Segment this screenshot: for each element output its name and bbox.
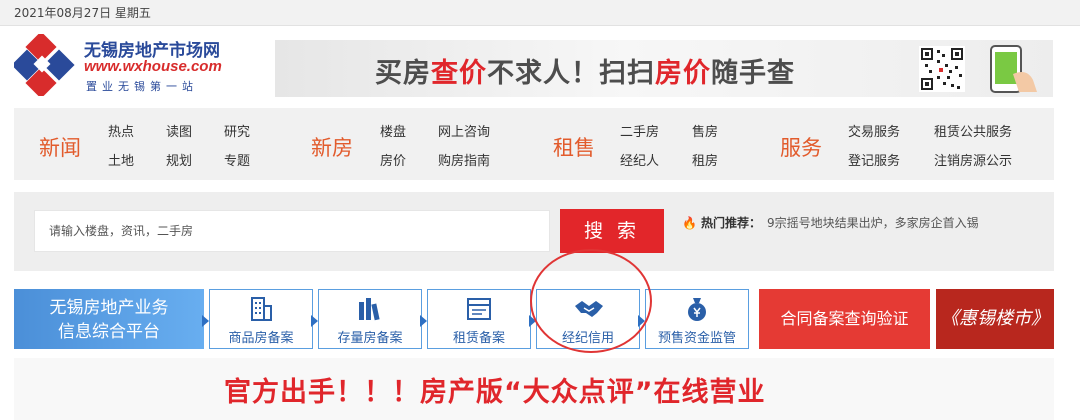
service-existing-housing-filing[interactable]: 存量房备案	[311, 289, 422, 349]
search-input[interactable]: 请输入楼盘，资讯，二手房	[34, 210, 550, 252]
headline-area: 官方出手！！！房产版“大众点评”在线营业	[14, 358, 1054, 420]
ad-banner[interactable]: 买房查价不求人！扫扫房价随手查	[275, 40, 1053, 97]
banner-slogan: 买房查价不求人！扫扫房价随手查	[375, 58, 795, 89]
nav-link-hot[interactable]: 热点	[108, 121, 134, 140]
nav-link-topics[interactable]: 专题	[224, 150, 250, 169]
arrow-icon	[202, 315, 209, 327]
phone-hand-icon	[990, 45, 1037, 93]
date-text: 2021年08月27日 星期五	[14, 6, 151, 20]
arrow-icon	[420, 315, 427, 327]
nav-link-land[interactable]: 土地	[108, 150, 134, 169]
window-icon	[467, 298, 491, 320]
money-bag-icon	[688, 298, 706, 321]
nav-link-prices[interactable]: 房价	[380, 150, 406, 169]
nav-link-rental-public-service[interactable]: 租赁公共服务	[934, 121, 1012, 140]
service-label: 存量房备案	[337, 331, 403, 346]
nav-link-cancellation-notice[interactable]: 注销房源公示	[934, 150, 1012, 169]
logo-icon	[14, 34, 75, 96]
books-icon	[359, 298, 380, 321]
main-nav: 新闻 热点 读图 研究 土地 规划 专题 新房 楼盘 网上咨询 房价 购房指南 …	[14, 108, 1054, 180]
nav-link-planning[interactable]: 规划	[166, 150, 192, 169]
service-commercial-housing-filing[interactable]: 商品房备案	[202, 289, 313, 349]
fire-icon: 🔥	[682, 216, 697, 230]
logo-url: www.wxhouse.com	[84, 58, 222, 75]
headline[interactable]: 官方出手！！！房产版“大众点评”在线营业	[224, 370, 766, 409]
nav-link-second-hand[interactable]: 二手房	[620, 121, 659, 140]
date-bar: 2021年08月27日 星期五	[0, 0, 1080, 26]
nav-link-research[interactable]: 研究	[224, 121, 250, 140]
nav-category-news[interactable]: 新闻	[39, 132, 81, 162]
hot-label: 热门推荐：	[700, 216, 761, 230]
platform-line-2: 信息综合平台	[58, 322, 160, 342]
highlight-annotation-circle	[530, 249, 652, 353]
service-label: 商品房备案	[228, 331, 294, 346]
nav-category-rent-sale[interactable]: 租售	[553, 132, 595, 162]
building-icon	[251, 297, 272, 321]
huixi-property-magazine[interactable]: 《惠锡楼市》	[936, 289, 1054, 349]
contract-filing-verify-button[interactable]: 合同备案查询验证	[759, 289, 930, 349]
platform-line-1: 无锡房地产业务	[49, 298, 169, 318]
nav-link-registration[interactable]: 登记服务	[848, 150, 900, 169]
hot-news-link[interactable]: 9宗摇号地块结果出炉，多家房企首入锡	[767, 216, 979, 230]
service-label: 预售资金监管	[657, 331, 736, 346]
service-presale-fund-supervision[interactable]: 预售资金监管	[638, 289, 749, 349]
nav-link-trade-service[interactable]: 交易服务	[848, 121, 900, 140]
service-label: 租赁备案	[452, 331, 505, 346]
nav-link-agents[interactable]: 经纪人	[620, 150, 659, 169]
qr-code-icon	[919, 46, 965, 92]
nav-category-new-home[interactable]: 新房	[311, 132, 353, 162]
search-button[interactable]: 搜 索	[560, 209, 664, 253]
nav-link-projects[interactable]: 楼盘	[380, 121, 406, 140]
nav-category-service[interactable]: 服务	[780, 132, 822, 162]
nav-link-rentals[interactable]: 租房	[692, 150, 718, 169]
logo-slogan: 置业无锡第一站	[86, 80, 198, 93]
nav-link-gallery[interactable]: 读图	[166, 121, 192, 140]
search-area: 请输入楼盘，资讯，二手房 搜 索 🔥 热门推荐： 9宗摇号地块结果出炉，多家房企首入…	[14, 192, 1054, 271]
nav-link-for-sale[interactable]: 售房	[692, 121, 718, 140]
nav-link-online-consult[interactable]: 网上咨询	[438, 121, 490, 140]
platform-banner[interactable]: 无锡房地产业务 信息综合平台	[14, 289, 204, 349]
arrow-icon	[311, 315, 318, 327]
nav-link-buying-guide[interactable]: 购房指南	[438, 150, 490, 169]
site-logo[interactable]: 无锡房地产市场网 www.wxhouse.com 置业无锡第一站	[14, 34, 264, 96]
service-rental-filing[interactable]: 租赁备案	[420, 289, 531, 349]
hot-recommend: 🔥 热门推荐： 9宗摇号地块结果出炉，多家房企首入锡	[682, 214, 979, 231]
